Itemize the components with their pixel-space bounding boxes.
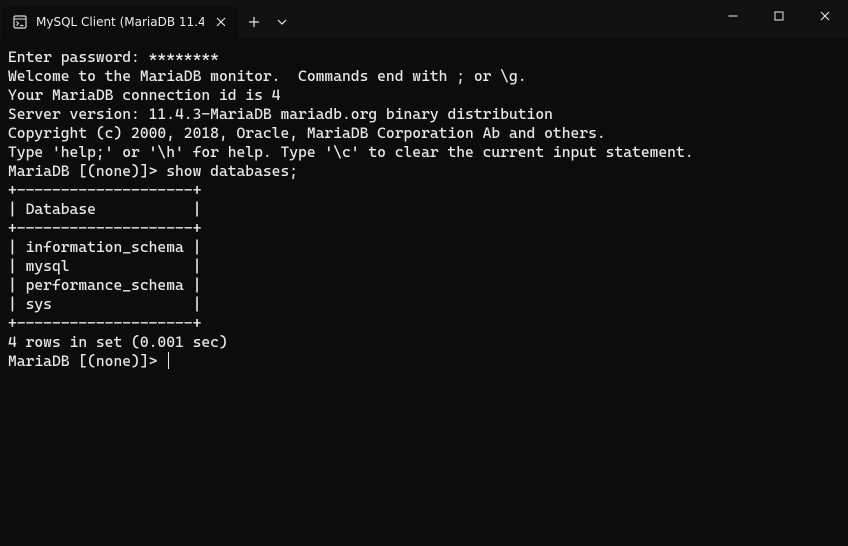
maximize-button[interactable] [756, 0, 802, 32]
terminal-line: | performance_schema | [8, 276, 840, 295]
terminal-line: +--------------------+ [8, 314, 840, 333]
terminal-app-icon [12, 14, 28, 30]
cursor [168, 352, 169, 369]
tab-close-button[interactable] [212, 13, 230, 31]
terminal-line: | information_schema | [8, 238, 840, 257]
terminal-line: | Database | [8, 200, 840, 219]
tab-dropdown-button[interactable] [270, 6, 294, 38]
terminal-line: Enter password: ******** [8, 48, 840, 67]
terminal-line: | mysql | [8, 257, 840, 276]
terminal-line: Copyright (c) 2000, 2018, Oracle, MariaD… [8, 124, 840, 143]
close-button[interactable] [802, 0, 848, 32]
terminal-line: Welcome to the MariaDB monitor. Commands… [8, 67, 840, 86]
titlebar: MySQL Client (MariaDB 11.4 (x [0, 0, 848, 38]
minimize-button[interactable] [710, 0, 756, 32]
active-tab[interactable]: MySQL Client (MariaDB 11.4 (x [2, 6, 238, 38]
terminal-line: +--------------------+ [8, 181, 840, 200]
new-tab-button[interactable] [238, 6, 270, 38]
tab-title: MySQL Client (MariaDB 11.4 (x [36, 15, 204, 29]
terminal-line: +--------------------+ [8, 219, 840, 238]
terminal-line: | sys | [8, 295, 840, 314]
terminal-line: Type 'help;' or '\h' for help. Type '\c'… [8, 143, 840, 162]
window-controls [710, 0, 848, 32]
terminal-output[interactable]: Enter password: ********Welcome to the M… [0, 38, 848, 381]
terminal-line: MariaDB [(none)]> show databases; [8, 162, 840, 181]
terminal-line: Your MariaDB connection id is 4 [8, 86, 840, 105]
terminal-line: Server version: 11.4.3-MariaDB mariadb.o… [8, 105, 840, 124]
terminal-line: 4 rows in set (0.001 sec) [8, 333, 840, 352]
terminal-line: MariaDB [(none)]> [8, 352, 840, 371]
